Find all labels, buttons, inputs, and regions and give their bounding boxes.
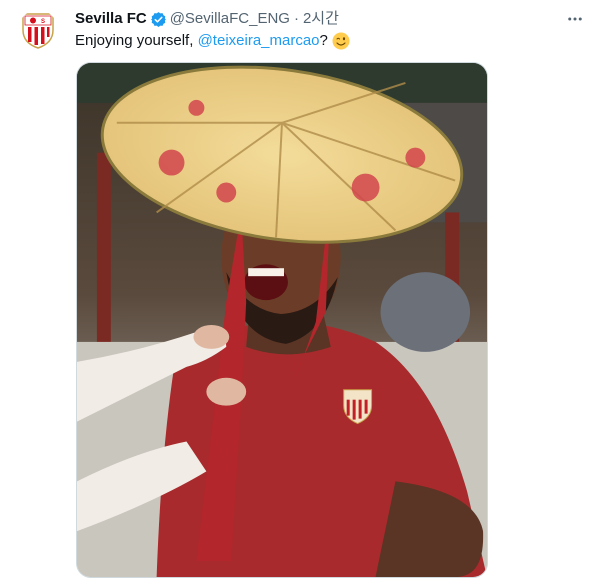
display-name[interactable]: Sevilla FC	[75, 9, 147, 29]
photo-illustration	[77, 63, 487, 577]
sevilla-crest-icon: S	[22, 13, 54, 49]
more-dots-icon	[568, 17, 582, 21]
tweet-header: Sevilla FC @SevillaFC_ENG · 2시간	[75, 9, 339, 29]
more-options-button[interactable]	[562, 6, 588, 32]
winking-face-icon	[332, 32, 350, 50]
mention-link[interactable]: @teixeira_marcao	[198, 31, 320, 51]
svg-text:S: S	[41, 19, 45, 25]
timestamp[interactable]: 2시간	[303, 9, 339, 29]
tweet-text: Enjoying yourself, @teixeira_marcao ?	[75, 30, 350, 52]
separator-dot: ·	[293, 10, 299, 27]
tweet[interactable]: S Sevilla FC @SevillaFC_ENG · 2시간 Enjoyi…	[0, 0, 600, 581]
verified-badge-icon	[150, 11, 167, 28]
avatar[interactable]: S	[18, 10, 58, 50]
tweet-text-prefix: Enjoying yourself,	[75, 32, 198, 49]
tweet-photo[interactable]	[76, 62, 488, 578]
tweet-text-suffix: ?	[319, 32, 328, 49]
user-handle[interactable]: @SevillaFC_ENG	[170, 9, 290, 29]
